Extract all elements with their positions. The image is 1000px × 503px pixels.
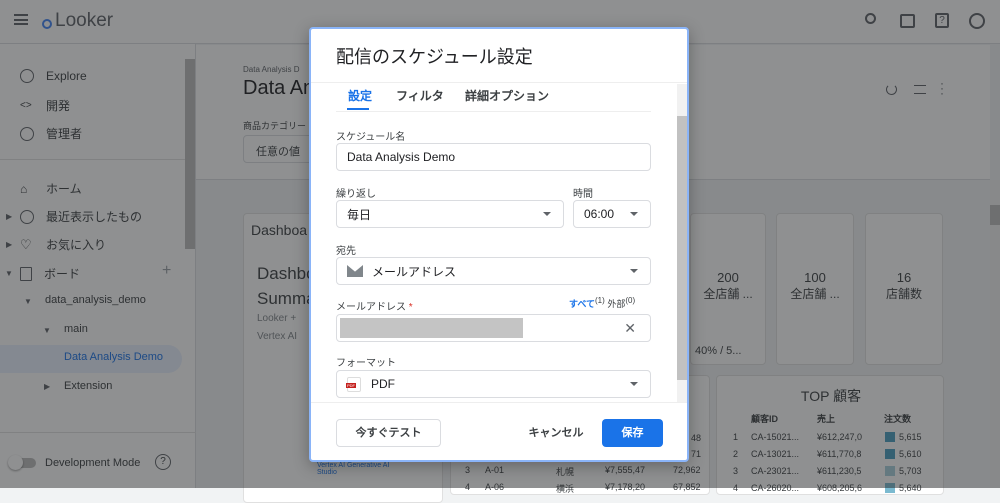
chevron-down-icon [630, 382, 638, 386]
pdf-icon: PDF [346, 376, 361, 392]
tab-filters[interactable]: フィルタ [396, 87, 444, 104]
email-label: メールアドレス * [336, 302, 413, 313]
format-label: フォーマット [336, 358, 396, 369]
redacted-email [340, 318, 523, 338]
all-link[interactable]: すべて [569, 299, 595, 309]
test-now-button[interactable]: 今すぐテスト [336, 419, 441, 447]
all-count: (1) [595, 296, 605, 305]
mail-icon [347, 265, 363, 277]
save-button[interactable]: 保存 [602, 419, 663, 447]
format-value: PDF [371, 377, 395, 391]
required-marker: * [408, 302, 413, 313]
tab-advanced-options[interactable]: 詳細オプション [465, 87, 549, 104]
repeat-value: 毎日 [347, 207, 372, 222]
email-filter: すべて(1) 外部(0) [569, 296, 635, 310]
destination-label: 宛先 [336, 246, 356, 257]
clear-icon[interactable]: ✕ [624, 320, 636, 337]
divider [311, 82, 687, 83]
schedule-name-label: スケジュール名 [336, 132, 406, 143]
time-select[interactable]: 06:00 [573, 200, 651, 228]
schedule-delivery-dialog: 配信のスケジュール設定 設定 フィルタ 詳細オプション スケジュール名 Data… [309, 27, 689, 462]
tab-settings[interactable]: 設定 [348, 87, 372, 104]
destination-value: メールアドレス [372, 264, 457, 279]
external-count: (0) [625, 296, 636, 305]
schedule-name-input[interactable]: Data Analysis Demo [336, 143, 651, 171]
dialog-title: 配信のスケジュール設定 [336, 47, 533, 67]
divider [311, 402, 687, 403]
chevron-down-icon [630, 269, 638, 273]
schedule-name-value: Data Analysis Demo [347, 150, 456, 164]
format-select[interactable]: PDF PDF [336, 370, 651, 398]
time-value: 06:00 [584, 207, 615, 221]
chevron-down-icon [543, 212, 551, 216]
external-link[interactable]: 外部 [607, 299, 625, 309]
destination-select[interactable]: メールアドレス [336, 257, 651, 285]
divider [336, 111, 651, 112]
chevron-down-icon [630, 212, 638, 216]
dialog-scrollbar[interactable] [677, 84, 687, 402]
cancel-button[interactable]: キャンセル [521, 419, 591, 447]
repeat-label: 繰り返し [336, 189, 376, 200]
active-tab-indicator [347, 108, 369, 110]
email-input[interactable]: ✕ [336, 314, 651, 342]
repeat-select[interactable]: 毎日 [336, 200, 564, 228]
time-label: 時間 [573, 189, 593, 200]
